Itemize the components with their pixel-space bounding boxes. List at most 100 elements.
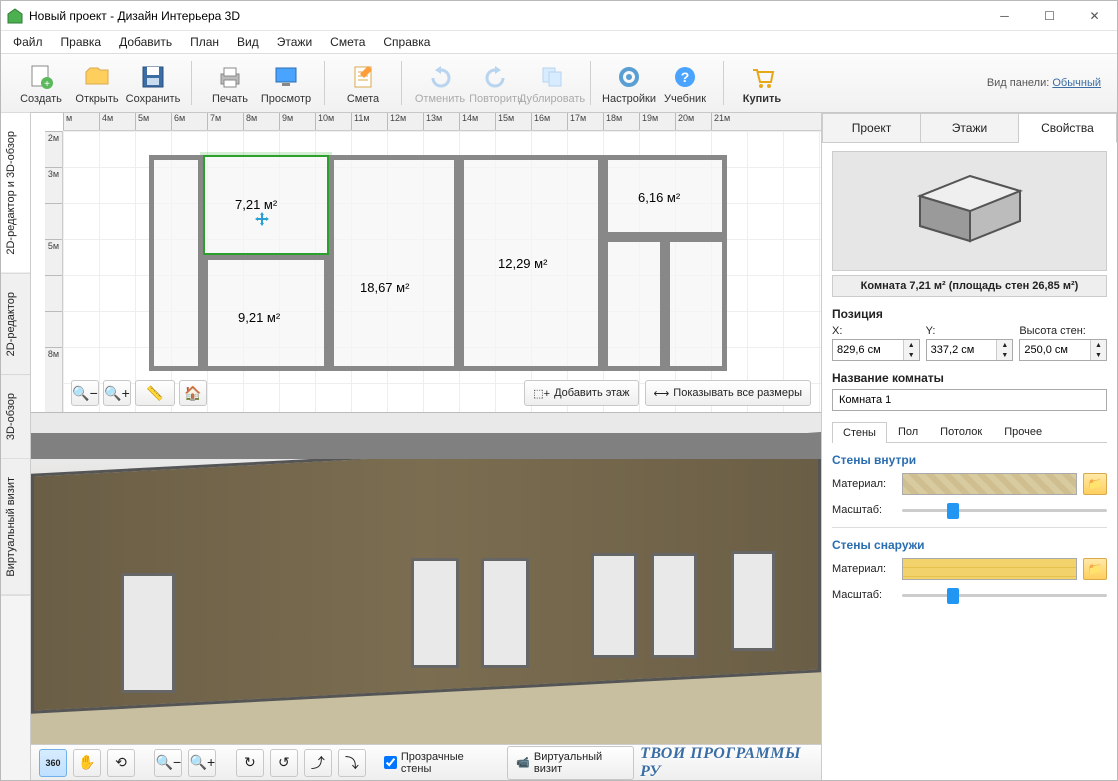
notepad-icon (349, 63, 377, 91)
tab-floors[interactable]: Этажи (921, 113, 1019, 143)
inside-material-swatch[interactable] (902, 473, 1077, 495)
dimensions-icon: ⟷ (654, 387, 670, 400)
bottom-toolbar: 360 ✋ ⟲ 🔍− 🔍+ ↻ ↺ ⤴ ⤵ Прозрачные стены 📹… (31, 744, 821, 780)
menu-help[interactable]: Справка (375, 33, 438, 51)
tab-project[interactable]: Проект (822, 113, 921, 143)
rotate-z-icon: ⟲ (115, 754, 127, 771)
duplicate-button[interactable]: Дублировать (524, 56, 580, 112)
vtab-virtual[interactable]: Виртуальный визит (1, 459, 30, 596)
transparent-walls-checkbox[interactable]: Прозрачные стены (384, 751, 489, 775)
monitor-icon (272, 63, 300, 91)
home-button[interactable]: 🏠 (179, 380, 207, 406)
printer-icon (216, 63, 244, 91)
room-selected[interactable]: 7,21 м² (203, 155, 329, 255)
virtual-visit-button[interactable]: 📹 Виртуальный визит (507, 746, 634, 780)
room-summary-label: Комната 7,21 м² (площадь стен 26,85 м²) (832, 275, 1107, 297)
tutorial-button[interactable]: ?Учебник (657, 56, 713, 112)
app-icon (7, 8, 23, 24)
move-handle-icon[interactable] (255, 212, 269, 226)
room-name-input[interactable] (832, 389, 1107, 411)
inside-material-browse[interactable]: 📁 (1083, 473, 1107, 495)
hand-icon: ✋ (78, 754, 95, 771)
plan-canvas[interactable]: 7,21 м² 6,16 м² 12,29 м² 18,67 м² 9,21 м… (63, 131, 821, 412)
undo-icon (426, 63, 454, 91)
x-input[interactable]: ▲▼ (832, 339, 920, 361)
room-2[interactable]: 6,16 м² (603, 155, 727, 237)
print-button[interactable]: Печать (202, 56, 258, 112)
add-floor-icon: ⬚+ (533, 387, 550, 400)
zoom-out-button[interactable]: 🔍− (71, 380, 99, 406)
room-3[interactable]: 12,29 м² (459, 155, 603, 371)
estimate-button[interactable]: Смета (335, 56, 391, 112)
tab-properties[interactable]: Свойства (1019, 113, 1117, 143)
undo-button[interactable]: Отменить (412, 56, 468, 112)
menu-floors[interactable]: Этажи (269, 33, 320, 51)
create-button[interactable]: +Создать (13, 56, 69, 112)
menu-estimate[interactable]: Смета (322, 33, 373, 51)
tilt-down-button[interactable]: ⤵ (338, 749, 366, 777)
redo-button[interactable]: Повторить (468, 56, 524, 112)
outside-material-swatch[interactable] (902, 558, 1077, 580)
room-corridor-1[interactable] (149, 155, 203, 371)
menu-file[interactable]: Файл (5, 33, 51, 51)
add-floor-button[interactable]: ⬚+Добавить этаж (524, 380, 638, 406)
show-sizes-button[interactable]: ⟷Показывать все размеры (645, 380, 811, 406)
outside-scale-slider[interactable] (902, 586, 1107, 604)
menu-view[interactable]: Вид (229, 33, 267, 51)
pan-button[interactable]: ✋ (73, 749, 101, 777)
main-toolbar: +Создать Открыть Сохранить Печать Просмо… (1, 53, 1117, 113)
help-icon: ? (671, 63, 699, 91)
menu-edit[interactable]: Правка (53, 33, 110, 51)
room-corridor-2[interactable] (603, 237, 665, 371)
floor-plan-view[interactable]: м4м5м6м7м8м9м10м11м12м13м14м15м16м17м18м… (31, 113, 821, 413)
watermark: ТВОИ ПРОГРАММЫ РУ (640, 745, 813, 781)
buy-button[interactable]: Купить (734, 56, 790, 112)
ruler-vertical: 2м3м5м8м (45, 131, 63, 412)
room-4[interactable]: 18,67 м² (329, 155, 459, 371)
minimize-button[interactable]: ─ (982, 1, 1027, 30)
folder-open-icon (83, 63, 111, 91)
open-button[interactable]: Открыть (69, 56, 125, 112)
orbit-360-button[interactable]: 360 (39, 749, 67, 777)
menu-plan[interactable]: План (182, 33, 227, 51)
zoom-in-button[interactable]: 🔍+ (103, 380, 131, 406)
save-icon (139, 63, 167, 91)
wall-height-input[interactable]: ▲▼ (1019, 339, 1107, 361)
preview-button[interactable]: Просмотр (258, 56, 314, 112)
room-corridor-3[interactable] (665, 237, 727, 371)
settings-button[interactable]: Настройки (601, 56, 657, 112)
ruler-horizontal: м4м5м6м7м8м9м10м11м12м13м14м15м16м17м18м… (63, 113, 821, 131)
rotate-cw-button[interactable]: ↻ (236, 749, 264, 777)
subtab-other[interactable]: Прочее (993, 421, 1053, 442)
3d-view[interactable] (31, 413, 821, 744)
inside-scale-slider[interactable] (902, 501, 1107, 519)
window-title: Новый проект - Дизайн Интерьера 3D (29, 9, 982, 23)
left-view-tabs: 2D-редактор и 3D-обзор 2D-редактор 3D-об… (1, 113, 31, 780)
save-button[interactable]: Сохранить (125, 56, 181, 112)
vtab-3d[interactable]: 3D-обзор (1, 375, 30, 459)
subtab-walls[interactable]: Стены (832, 422, 887, 443)
close-button[interactable]: ✕ (1072, 1, 1117, 30)
walls-inside-title: Стены внутри (832, 453, 1107, 467)
svg-text:?: ? (681, 69, 690, 85)
zoom-out-3d-button[interactable]: 🔍− (154, 749, 182, 777)
room-5[interactable]: 9,21 м² (203, 255, 329, 371)
outside-material-browse[interactable]: 📁 (1083, 558, 1107, 580)
panel-mode-link[interactable]: Обычный (1052, 77, 1101, 89)
duplicate-icon (538, 63, 566, 91)
folder-icon: 📁 (1088, 477, 1103, 491)
measure-button[interactable]: 📏 (135, 380, 175, 406)
rotate-z-button[interactable]: ⟲ (107, 749, 135, 777)
y-input[interactable]: ▲▼ (926, 339, 1014, 361)
tilt-up-button[interactable]: ⤴ (304, 749, 332, 777)
subtab-floor[interactable]: Пол (887, 421, 929, 442)
subtab-ceiling[interactable]: Потолок (929, 421, 993, 442)
room-name-title: Название комнаты (832, 371, 1107, 385)
menu-add[interactable]: Добавить (111, 33, 180, 51)
zoom-in-3d-button[interactable]: 🔍+ (188, 749, 216, 777)
svg-text:+: + (44, 79, 50, 90)
vtab-2d-and-3d[interactable]: 2D-редактор и 3D-обзор (1, 113, 30, 274)
maximize-button[interactable]: ☐ (1027, 1, 1072, 30)
vtab-2d[interactable]: 2D-редактор (1, 274, 30, 375)
rotate-ccw-button[interactable]: ↺ (270, 749, 298, 777)
